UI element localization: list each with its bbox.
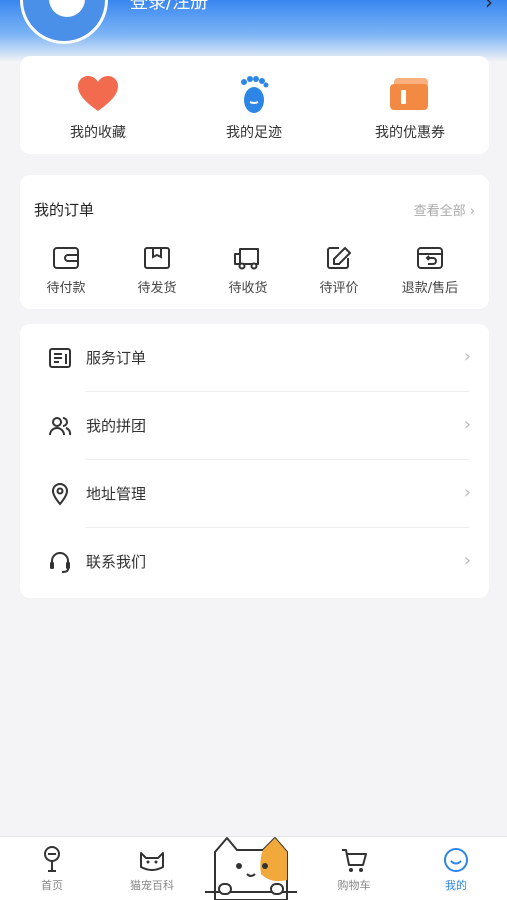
- order-pending-receipt[interactable]: 待收货: [208, 245, 288, 296]
- menu-contact-us-label: 联系我们: [86, 553, 147, 571]
- order-pending-shipment-label: 待发货: [137, 281, 177, 296]
- menu-card: 服务订单 › 我的拼团 › 地址管理 › 联系我们 ›: [20, 324, 489, 598]
- orders-title: 我的订单: [34, 201, 95, 219]
- orders-card: 我的订单 查看全部 › 待付款 待发货 待收货 待评价 退款/售后: [20, 175, 489, 309]
- favorites-label: 我的收藏: [70, 125, 126, 141]
- chevron-right-icon[interactable]: ›: [485, 0, 493, 14]
- login-register-link[interactable]: 登录/注册: [130, 0, 208, 14]
- footprint-label: 我的足迹: [226, 125, 282, 141]
- tab-mine-label: 我的: [445, 879, 467, 892]
- favorites-button[interactable]: 我的收藏: [38, 74, 158, 142]
- smile-icon: [444, 848, 468, 872]
- order-pending-shipment[interactable]: 待发货: [117, 245, 197, 296]
- home-icon: [44, 846, 60, 872]
- tab-home[interactable]: 首页: [12, 845, 92, 893]
- chevron-right-icon: ›: [463, 414, 471, 435]
- group-icon: [49, 417, 72, 436]
- truck-icon: [234, 248, 259, 270]
- order-pending-review[interactable]: 待评价: [299, 245, 379, 296]
- order-refund-aftersale-label: 退款/售后: [401, 281, 459, 296]
- chevron-right-icon: ›: [463, 346, 471, 367]
- tab-mine[interactable]: 我的: [416, 845, 496, 893]
- profile-header: 登录/注册 ›: [0, 0, 507, 62]
- footprint-button[interactable]: 我的足迹: [194, 74, 314, 142]
- coupons-button[interactable]: 我的优惠券: [350, 74, 470, 142]
- cart-icon: [342, 849, 367, 872]
- menu-contact-us[interactable]: 联系我们 ›: [20, 528, 489, 596]
- headset-icon: [50, 552, 70, 573]
- tab-home-label: 首页: [41, 879, 63, 892]
- tab-cart-label: 购物车: [337, 879, 371, 892]
- avatar-face-icon: [49, 0, 85, 17]
- chevron-right-icon: ›: [463, 550, 471, 571]
- avatar[interactable]: [20, 0, 108, 44]
- order-pending-payment-label: 待付款: [46, 281, 86, 296]
- menu-group-buy[interactable]: 我的拼团 ›: [20, 392, 489, 460]
- menu-address-management[interactable]: 地址管理 ›: [20, 460, 489, 528]
- refund-icon: [417, 247, 443, 269]
- footprint-icon: [232, 74, 276, 114]
- order-pending-payment[interactable]: 待付款: [26, 245, 106, 296]
- heart-icon: [76, 74, 120, 114]
- wallet-icon: [53, 247, 79, 269]
- cat-mascot-icon[interactable]: [205, 836, 297, 900]
- tab-cat-wiki[interactable]: 猫宠百科: [112, 845, 192, 893]
- tab-cat-wiki-label: 猫宠百科: [130, 879, 174, 892]
- order-refund-aftersale[interactable]: 退款/售后: [390, 245, 470, 296]
- menu-address-management-label: 地址管理: [86, 485, 147, 503]
- chevron-right-icon: ›: [463, 482, 471, 503]
- box-icon: [144, 247, 170, 269]
- coupon-icon: [388, 74, 432, 114]
- menu-group-buy-label: 我的拼团: [86, 417, 147, 435]
- location-icon: [51, 483, 69, 506]
- coupons-label: 我的优惠券: [375, 125, 445, 141]
- order-pending-receipt-label: 待收货: [228, 281, 268, 296]
- edit-icon: [327, 247, 351, 269]
- menu-service-orders-label: 服务订单: [86, 349, 147, 367]
- view-all-orders-link[interactable]: 查看全部 ›: [414, 200, 475, 219]
- menu-service-orders[interactable]: 服务订单 ›: [20, 324, 489, 392]
- document-icon: [49, 348, 71, 368]
- cat-icon: [140, 852, 164, 871]
- order-pending-review-label: 待评价: [319, 281, 359, 296]
- quick-actions-card: 我的收藏 我的足迹 我的优惠券: [20, 56, 489, 154]
- tab-cart[interactable]: 购物车: [314, 845, 394, 893]
